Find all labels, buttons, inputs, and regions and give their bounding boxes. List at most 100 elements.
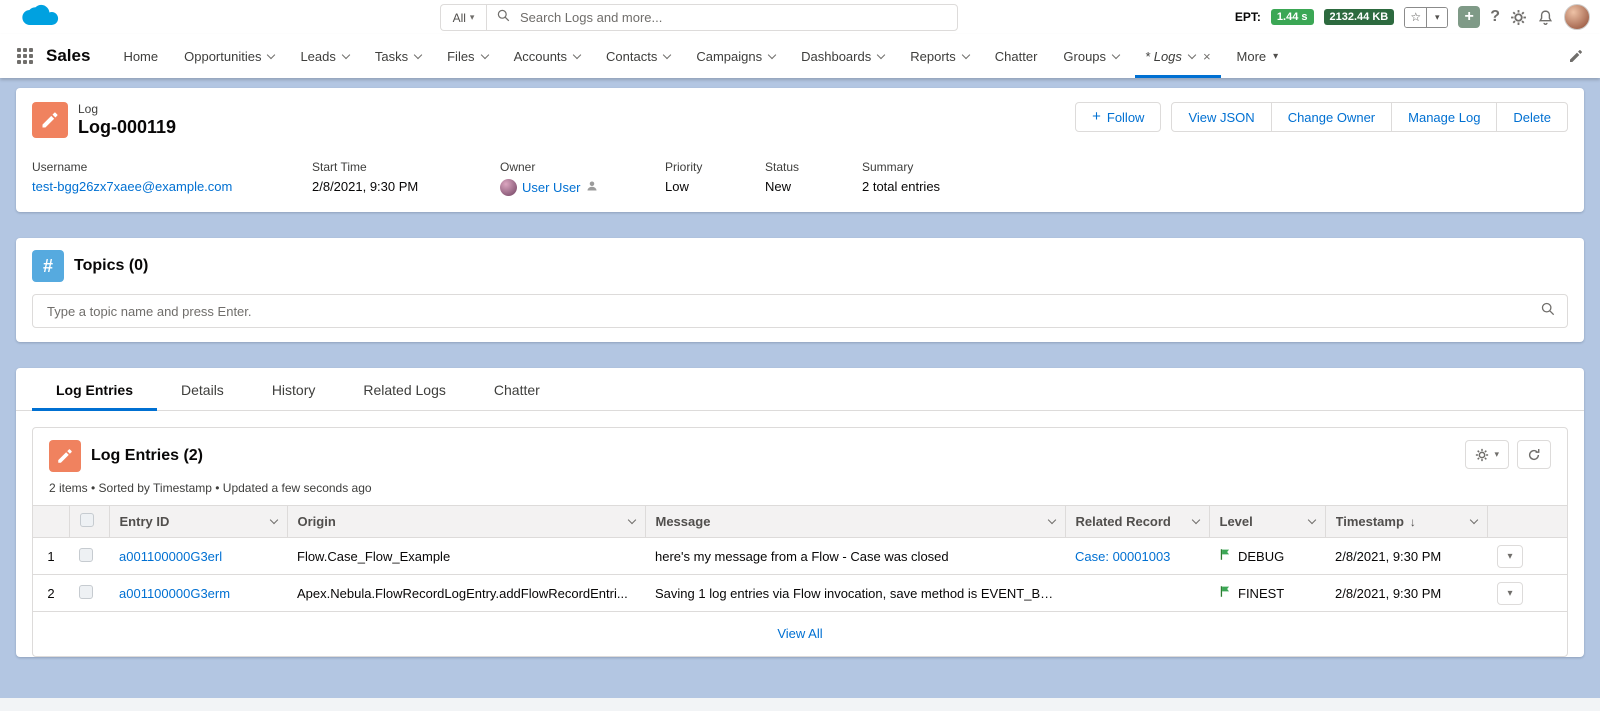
nav-tab-chatter[interactable]: Chatter — [982, 34, 1051, 78]
chevron-down-icon[interactable] — [1111, 50, 1121, 59]
nav-tab-campaigns[interactable]: Campaigns — [683, 34, 788, 78]
setup-gear-icon[interactable] — [1510, 9, 1527, 26]
field-priority: Priority Low — [665, 160, 765, 196]
topics-input[interactable] — [45, 302, 1541, 320]
nav-tab-leads[interactable]: Leads — [287, 34, 361, 78]
log-entries-related-list: Log Entries (2) 2 items • Sorted by Time… — [32, 427, 1568, 657]
chevron-down-icon[interactable] — [480, 50, 489, 59]
ept-label: EPT: — [1234, 10, 1261, 24]
favorites-caret-icon[interactable]: ▾ — [1426, 7, 1448, 27]
column-label: Origin — [297, 514, 336, 529]
caret-down-icon: ▾ — [469, 12, 475, 22]
chevron-down-icon[interactable] — [267, 50, 276, 59]
edit-page-pencil-icon[interactable] — [1568, 48, 1584, 64]
user-avatar[interactable] — [1564, 4, 1590, 30]
nav-tab-dashboards[interactable]: Dashboards — [788, 34, 897, 78]
topics-input-wrap — [32, 294, 1568, 328]
field-start-time: Start Time 2/8/2021, 9:30 PM — [312, 160, 500, 196]
record-detail-card: Log Entries Details History Related Logs… — [16, 368, 1584, 657]
extension-plus-icon[interactable]: + — [1458, 6, 1481, 28]
col-timestamp[interactable]: Timestamp ↓ — [1325, 505, 1488, 538]
record-actions: + Follow View JSON Change Owner Manage L… — [1075, 102, 1568, 132]
nav-tab-tasks[interactable]: Tasks — [362, 34, 434, 78]
tab-chatter[interactable]: Chatter — [470, 368, 564, 410]
chevron-down-icon[interactable] — [413, 50, 423, 59]
nav-tabs: Home Opportunities Leads Tasks Files Acc… — [110, 34, 1291, 78]
related-list-meta: 2 items • Sorted by Timestamp • Updated … — [49, 481, 372, 495]
search-box — [486, 4, 958, 31]
list-settings-button[interactable]: ▾ — [1465, 440, 1509, 469]
row-checkbox[interactable] — [79, 547, 93, 562]
follow-label: Follow — [1106, 109, 1145, 125]
chevron-down-icon[interactable] — [1191, 515, 1200, 525]
chevron-down-icon[interactable] — [341, 50, 351, 59]
tab-log-entries[interactable]: Log Entries — [32, 368, 158, 411]
chevron-down-icon[interactable] — [1047, 515, 1056, 525]
row-menu-button[interactable]: ▾ — [1497, 581, 1523, 605]
related-list-title: Log Entries (2) — [91, 447, 204, 464]
chevron-down-icon[interactable] — [269, 515, 278, 525]
nav-tab-home[interactable]: Home — [110, 34, 171, 78]
view-json-button[interactable]: View JSON — [1171, 102, 1272, 132]
sort-desc-icon: ↓ — [1409, 514, 1416, 529]
search-scope-selector[interactable]: All ▾ — [440, 4, 486, 31]
delete-button[interactable]: Delete — [1496, 102, 1568, 132]
nav-tab-label: Files — [447, 48, 475, 64]
nav-tab-accounts[interactable]: Accounts — [501, 34, 593, 78]
tab-details[interactable]: Details — [157, 368, 248, 410]
entry-id-link[interactable]: a001100000G3erm — [119, 586, 230, 601]
row-checkbox[interactable] — [79, 584, 93, 599]
manage-log-button[interactable]: Manage Log — [1391, 102, 1498, 132]
follow-button[interactable]: + Follow — [1075, 102, 1162, 132]
app-launcher-waffle-icon[interactable] — [16, 47, 34, 65]
chevron-down-icon[interactable] — [627, 515, 636, 525]
close-icon[interactable]: × — [1203, 49, 1211, 64]
col-related-record[interactable]: Related Record — [1065, 505, 1210, 538]
username-link[interactable]: test-bgg26zx7xaee@example.com — [32, 179, 232, 194]
tab-related-logs[interactable]: Related Logs — [339, 368, 470, 410]
chevron-down-icon[interactable] — [1307, 515, 1316, 525]
column-label: Related Record — [1075, 514, 1171, 529]
chevron-down-icon[interactable] — [876, 50, 886, 59]
tab-history[interactable]: History — [248, 368, 340, 410]
message-cell: here's my message from a Flow - Case was… — [645, 537, 1065, 575]
select-all-checkbox[interactable] — [79, 513, 94, 527]
row-menu-button[interactable]: ▾ — [1497, 544, 1523, 568]
field-username: Username test-bgg26zx7xaee@example.com — [32, 160, 312, 196]
chevron-down-icon[interactable] — [961, 50, 971, 59]
field-summary: Summary 2 total entries — [862, 160, 1568, 196]
nav-tab-reports[interactable]: Reports — [897, 34, 982, 78]
notifications-bell-icon[interactable] — [1537, 9, 1554, 26]
chevron-down-icon[interactable] — [1469, 515, 1478, 525]
col-level[interactable]: Level — [1209, 505, 1326, 538]
owner-link[interactable]: User User — [522, 180, 581, 195]
field-status: Status New — [765, 160, 862, 196]
change-owner-icon[interactable] — [586, 180, 598, 195]
chevron-down-icon[interactable] — [663, 50, 672, 59]
search-input[interactable] — [518, 9, 947, 26]
nav-tab-logs[interactable]: * Logs × — [1132, 34, 1223, 78]
nav-tab-more[interactable]: More ▾ — [1224, 34, 1292, 78]
row-actions-header — [1487, 505, 1567, 538]
nav-tab-opportunities[interactable]: Opportunities — [171, 34, 287, 78]
chevron-down-icon[interactable] — [1187, 50, 1197, 59]
col-origin[interactable]: Origin — [287, 505, 646, 538]
view-all-link[interactable]: View All — [777, 626, 822, 641]
change-owner-button[interactable]: Change Owner — [1270, 102, 1393, 132]
nav-tab-groups[interactable]: Groups — [1050, 34, 1132, 78]
timestamp-cell: 2/8/2021, 9:30 PM — [1325, 537, 1487, 575]
help-icon[interactable]: ? — [1490, 8, 1500, 26]
timestamp-cell: 2/8/2021, 9:30 PM — [1325, 574, 1487, 612]
nav-tab-contacts[interactable]: Contacts — [593, 34, 683, 78]
favorites-control: ☆ ▾ — [1404, 6, 1449, 28]
refresh-button[interactable] — [1517, 440, 1551, 469]
chevron-down-icon[interactable] — [572, 50, 582, 59]
col-entry-id[interactable]: Entry ID — [109, 505, 288, 538]
related-record-link[interactable]: Case: 00001003 — [1075, 549, 1170, 564]
nav-tab-files[interactable]: Files — [434, 34, 500, 78]
chevron-down-icon[interactable] — [767, 50, 777, 59]
entry-id-link[interactable]: a001100000G3erl — [119, 549, 222, 564]
col-message[interactable]: Message — [645, 505, 1066, 538]
favorite-star-icon[interactable]: ☆ — [1405, 7, 1427, 27]
message-cell: Saving 1 log entries via Flow invocation… — [645, 574, 1065, 612]
